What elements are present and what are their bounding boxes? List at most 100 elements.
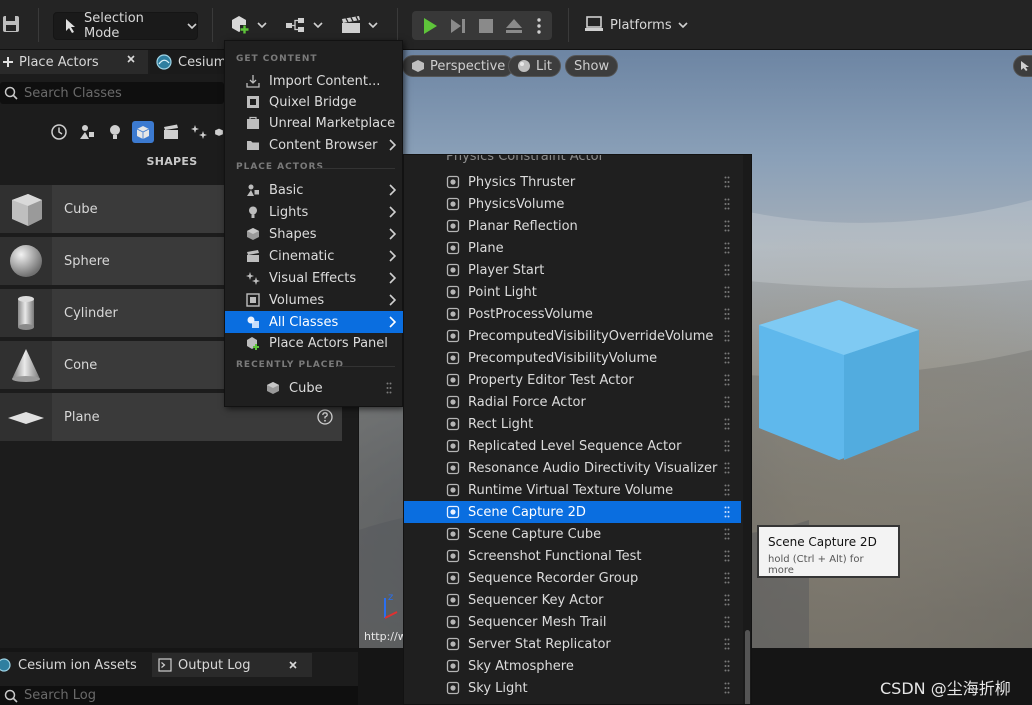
class-item-sequencer-key-actor[interactable]: Sequencer Key Actor [404,589,741,611]
class-item-sequence-recorder-group[interactable]: Sequence Recorder Group [404,567,741,589]
menu-item-basic[interactable]: Basic [225,179,404,201]
class-item-precomputedvisibilityoverridevolume[interactable]: PrecomputedVisibilityOverrideVolume [404,325,741,347]
selection-mode-dropdown[interactable]: Selection Mode [53,11,198,41]
drag-handle-icon[interactable] [724,242,730,254]
menu-item-unreal-marketplace[interactable]: Unreal Marketplace [225,112,404,134]
menu-item-all-classes[interactable]: All Classes [225,311,404,333]
lit-button[interactable]: Lit [508,55,561,77]
class-item-partial[interactable]: Physics Constraint Actor [404,155,741,164]
tab-place-actors[interactable]: Place Actors [0,50,148,74]
class-item-property-editor-test-actor[interactable]: Property Editor Test Actor [404,369,741,391]
menu-item-visual-effects[interactable]: Visual Effects [225,267,404,289]
tab-cesium-ion-assets[interactable]: Cesium ion Assets [0,653,150,677]
cinematics-button[interactable] [340,15,378,35]
lights-category-icon[interactable] [104,121,126,143]
class-item-sequencer-mesh-trail[interactable]: Sequencer Mesh Trail [404,611,741,633]
class-item-server-stat-replicator[interactable]: Server Stat Replicator [404,633,741,655]
close-icon[interactable] [288,660,298,670]
eject-icon[interactable] [505,17,523,35]
search-log-input[interactable]: Search Log [0,686,358,705]
menu-item-cinematic[interactable]: Cinematic [225,245,404,267]
close-icon[interactable] [126,54,136,64]
perspective-button[interactable]: Perspective [402,55,515,77]
drag-handle-icon[interactable] [724,330,730,342]
class-item-sky-light[interactable]: Sky Light [404,677,741,699]
class-item-point-light[interactable]: Point Light [404,281,741,303]
tab-output-log[interactable]: Output Log [152,653,312,677]
class-item-resonance-audio-directivity-visualizer[interactable]: Resonance Audio Directivity Visualizer [404,457,741,479]
menu-item-recent-cube[interactable]: Cube [225,377,404,399]
menu-item-volumes[interactable]: Volumes [225,289,404,311]
class-item-plane[interactable]: Plane [404,237,741,259]
stop-icon[interactable] [477,17,495,35]
platforms-dropdown[interactable]: Platforms [584,16,688,34]
menu-item-place-actors-panel[interactable]: Place Actors Panel [225,332,404,354]
class-item-sky-atmosphere[interactable]: Sky Atmosphere [404,655,741,677]
drag-handle-icon[interactable] [724,660,730,672]
drag-handle-icon[interactable] [724,506,730,518]
class-item-scene-capture-2d[interactable]: Scene Capture 2D [404,501,741,523]
class-item-player-start[interactable]: Player Start [404,259,741,281]
drag-handle-icon[interactable] [724,308,730,320]
drag-handle-icon[interactable] [724,550,730,562]
drag-handle-icon[interactable] [724,462,730,474]
drag-handle-icon[interactable] [386,382,392,394]
class-item-replicated-level-sequence-actor[interactable]: Replicated Level Sequence Actor [404,435,741,457]
drag-handle-icon[interactable] [724,396,730,408]
class-item-precomputedvisibilityvolume[interactable]: PrecomputedVisibilityVolume [404,347,741,369]
scrollbar-thumb[interactable] [745,630,750,704]
class-item-radial-force-actor[interactable]: Radial Force Actor [404,391,741,413]
visual-effects-category-icon[interactable] [188,121,210,143]
drag-handle-icon[interactable] [724,418,730,430]
class-item-runtime-virtual-texture-volume[interactable]: Runtime Virtual Texture Volume [404,479,741,501]
drag-handle-icon[interactable] [724,220,730,232]
cube-thumbnail [0,185,52,233]
more-options-icon[interactable] [536,17,542,35]
cube-actor[interactable] [749,270,929,470]
menu-item-quixel-bridge[interactable]: Quixel Bridge [225,91,404,113]
drag-handle-icon[interactable] [724,484,730,496]
drag-handle-icon[interactable] [724,374,730,386]
skip-forward-icon[interactable] [449,17,467,35]
play-icon[interactable] [421,17,439,35]
class-item-postprocessvolume[interactable]: PostProcessVolume [404,303,741,325]
recent-category-icon[interactable] [48,121,70,143]
drag-handle-icon[interactable] [724,528,730,540]
menu-item-shapes[interactable]: Shapes [225,223,404,245]
class-item-rect-light[interactable]: Rect Light [404,413,741,435]
drag-handle-icon[interactable] [724,264,730,276]
menu-item-lights[interactable]: Lights [225,201,404,223]
drag-handle-icon[interactable] [724,594,730,606]
save-icon[interactable] [2,15,20,33]
shapes-category-icon[interactable] [132,121,154,143]
class-item-physicsvolume[interactable]: PhysicsVolume [404,193,741,215]
blueprint-button[interactable] [285,16,323,34]
menu-item-import-content[interactable]: Import Content... [225,70,404,92]
class-item-screenshot-functional-test[interactable]: Screenshot Functional Test [404,545,741,567]
volumes-category-icon[interactable] [214,121,224,143]
cinematic-category-icon[interactable] [160,121,182,143]
scrollbar-track[interactable] [743,155,751,704]
search-classes-input[interactable]: Search Classes [0,82,224,104]
menu-item-content-browser[interactable]: Content Browser [225,134,404,156]
drag-handle-icon[interactable] [724,616,730,628]
class-item-scene-capture-cube[interactable]: Scene Capture Cube [404,523,741,545]
drag-handle-icon[interactable] [724,352,730,364]
drag-handle-icon[interactable] [724,176,730,188]
quick-add-button[interactable] [229,14,267,36]
select-tool-button[interactable] [1013,55,1032,77]
menu-item-label: Import Content... [269,73,381,89]
drag-handle-icon[interactable] [724,572,730,584]
tab-cesium[interactable]: Cesium [150,50,230,74]
help-icon[interactable] [317,409,333,425]
class-item-physics-thruster[interactable]: Physics Thruster [404,171,741,193]
drag-handle-icon[interactable] [724,682,730,694]
drag-handle-icon[interactable] [724,198,730,210]
show-button[interactable]: Show [565,55,619,77]
drag-handle-icon[interactable] [724,638,730,650]
drag-handle-icon[interactable] [724,286,730,298]
basic-category-icon[interactable] [76,121,98,143]
drag-handle-icon[interactable] [724,440,730,452]
menu-item-label: Basic [269,182,304,198]
class-item-planar-reflection[interactable]: Planar Reflection [404,215,741,237]
